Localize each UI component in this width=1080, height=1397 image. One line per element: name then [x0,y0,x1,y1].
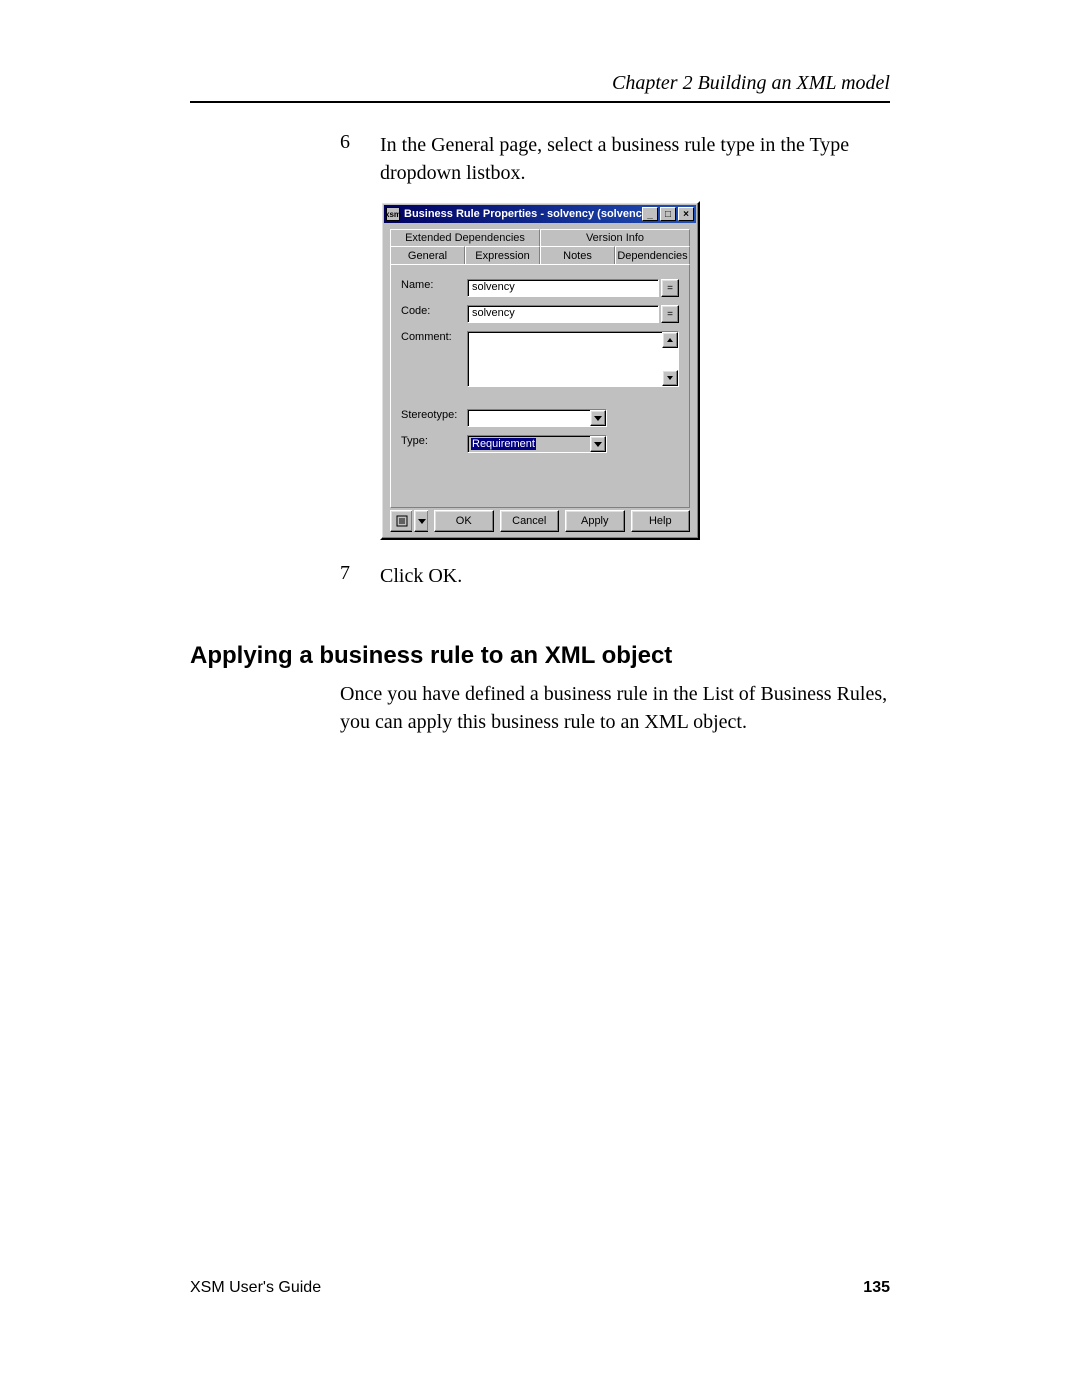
tab-dependencies[interactable]: Dependencies [615,246,690,264]
app-icon[interactable]: xsm [386,207,400,221]
type-combo[interactable]: Requirement [467,435,607,453]
type-label: Type: [401,435,467,447]
help-button[interactable]: Help [631,510,691,532]
chevron-down-icon[interactable] [590,436,606,452]
name-label: Name: [401,279,467,291]
name-value: solvency [472,281,515,293]
tab-version-info[interactable]: Version Info [540,229,690,247]
minimize-icon[interactable]: _ [642,207,658,221]
cancel-button[interactable]: Cancel [500,510,560,532]
code-field[interactable]: solvency [467,305,659,323]
close-icon[interactable]: × [678,207,694,221]
tab-notes[interactable]: Notes [540,246,615,264]
scroll-up-icon[interactable] [662,332,678,348]
section-heading: Applying a business rule to an XML objec… [190,642,890,670]
step-text: In the General page, select a business r… [380,131,890,187]
titlebar: xsm Business Rule Properties - solvency … [384,205,696,223]
menu-dropdown-button[interactable] [414,510,428,532]
tab-label: Notes [563,250,592,262]
step-text: Click OK. [380,562,462,590]
page-number: 135 [863,1279,890,1297]
comment-label: Comment: [401,331,467,343]
type-value: Requirement [471,438,536,450]
stereotype-label: Stereotype: [401,409,467,421]
tab-expression[interactable]: Expression [465,246,540,264]
tab-label: Dependencies [617,250,687,262]
tab-label: General [408,250,447,262]
dialog-title: Business Rule Properties - solvency (sol… [404,208,642,220]
code-value: solvency [472,307,515,319]
code-label: Code: [401,305,467,317]
running-head: Chapter 2 Building an XML model [190,72,890,103]
stereotype-combo[interactable] [467,409,607,427]
maximize-icon[interactable]: □ [660,207,676,221]
name-equal-button[interactable]: = [661,279,679,297]
ok-button[interactable]: OK [434,510,494,532]
list-icon [396,515,408,527]
tab-label: Expression [475,250,529,262]
step-number: 7 [340,562,362,590]
name-field[interactable]: solvency [467,279,659,297]
step-number: 6 [340,131,362,187]
step-6: 6 In the General page, select a business… [340,131,890,187]
scroll-down-icon[interactable] [662,370,678,386]
business-rule-properties-dialog: xsm Business Rule Properties - solvency … [380,201,700,540]
tab-label: Extended Dependencies [405,232,525,244]
comment-field[interactable] [467,331,679,387]
general-panel: Name: solvency = Code: solvency = [390,264,690,508]
apply-button[interactable]: Apply [565,510,625,532]
step-7: 7 Click OK. [340,562,890,590]
tab-general[interactable]: General [390,246,465,264]
tab-label: Version Info [586,232,644,244]
tab-extended-dependencies[interactable]: Extended Dependencies [390,229,540,247]
code-equal-button[interactable]: = [661,305,679,323]
menu-button[interactable] [390,510,412,532]
chevron-down-icon[interactable] [590,410,606,426]
footer-guide: XSM User's Guide [190,1279,321,1297]
section-paragraph: Once you have defined a business rule in… [340,680,890,736]
